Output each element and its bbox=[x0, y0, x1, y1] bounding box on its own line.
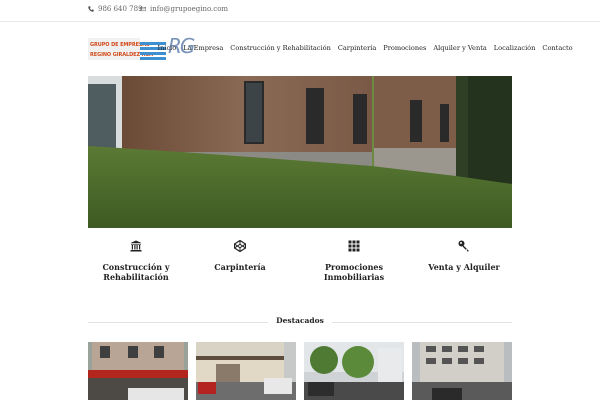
service-label-line: Construcción y bbox=[102, 262, 170, 272]
email-contact[interactable]: info@grupoegino.com bbox=[140, 5, 228, 13]
service-label-line: Promociones bbox=[324, 262, 384, 272]
logo-text-box: GRUPO DE EMPRESAS REGINO GIRALDEZ RUA bbox=[88, 38, 153, 60]
service-label-line: Venta y Alquiler bbox=[428, 262, 500, 272]
featured-thumb[interactable] bbox=[412, 342, 512, 400]
nav-item-inicio[interactable]: Inicio bbox=[154, 44, 180, 52]
service-promociones[interactable]: Promociones Inmobiliarias bbox=[306, 240, 402, 282]
services-row: Construcción y Rehabilitación Carpinterí… bbox=[88, 240, 512, 292]
service-label-venta: Venta y Alquiler bbox=[416, 262, 512, 272]
top-contact-bar: 986 640 789 info@grupoegino.com bbox=[0, 0, 600, 22]
building-photo bbox=[304, 342, 404, 400]
service-label-line: Inmobiliarias bbox=[323, 272, 385, 282]
hero-photo bbox=[88, 76, 512, 228]
email-address: info@grupoegino.com bbox=[150, 5, 229, 13]
nav-item-alquiler-venta[interactable]: Alquiler y Venta bbox=[430, 44, 490, 52]
service-venta-alquiler[interactable]: Venta y Alquiler bbox=[416, 240, 512, 272]
building-photo bbox=[412, 342, 512, 400]
service-label-promociones: Promociones Inmobiliarias bbox=[306, 262, 402, 282]
building-photo bbox=[88, 342, 188, 400]
logo-stripe bbox=[140, 57, 166, 60]
bank-icon bbox=[130, 240, 142, 252]
featured-grid bbox=[88, 342, 512, 400]
envelope-icon bbox=[140, 6, 146, 12]
phone-contact[interactable]: 986 640 789 bbox=[88, 5, 143, 13]
service-label-line: Carpintería bbox=[214, 262, 266, 272]
nav-item-carpinteria[interactable]: Carpintería bbox=[334, 44, 379, 52]
key-icon bbox=[458, 240, 469, 252]
phone-number: 986 640 789 bbox=[98, 5, 143, 13]
featured-section-heading: Destacados bbox=[88, 316, 512, 328]
nav-item-la-empresa[interactable]: La Empresa bbox=[180, 44, 227, 52]
grid-icon bbox=[348, 240, 360, 252]
featured-thumb[interactable] bbox=[88, 342, 188, 400]
featured-thumb[interactable] bbox=[196, 342, 296, 400]
nav-item-contacto[interactable]: Contacto bbox=[539, 44, 576, 52]
logo-stripe bbox=[140, 52, 166, 55]
service-carpinteria[interactable]: Carpintería bbox=[192, 240, 288, 272]
nav-item-localizacion[interactable]: Localización bbox=[490, 44, 539, 52]
service-label-line: Rehabilitación bbox=[103, 272, 169, 282]
section-title: Destacados bbox=[268, 316, 332, 325]
site-header: GRUPO DE EMPRESAS REGINO GIRALDEZ RUA RG… bbox=[0, 22, 600, 74]
codepen-icon bbox=[234, 240, 246, 252]
phone-icon bbox=[88, 6, 94, 12]
hero-banner-image bbox=[88, 76, 512, 228]
section-title-wrapper: Destacados bbox=[88, 316, 512, 325]
nav-item-construccion[interactable]: Construcción y Rehabilitación bbox=[227, 44, 335, 52]
nav-item-promociones[interactable]: Promociones bbox=[380, 44, 430, 52]
featured-thumb[interactable] bbox=[304, 342, 404, 400]
main-navigation: Inicio La Empresa Construcción y Rehabil… bbox=[154, 44, 576, 52]
building-photo bbox=[196, 342, 296, 400]
service-label-construccion: Construcción y Rehabilitación bbox=[88, 262, 184, 282]
service-construccion[interactable]: Construcción y Rehabilitación bbox=[88, 240, 184, 282]
service-label-carpinteria: Carpintería bbox=[192, 262, 288, 272]
